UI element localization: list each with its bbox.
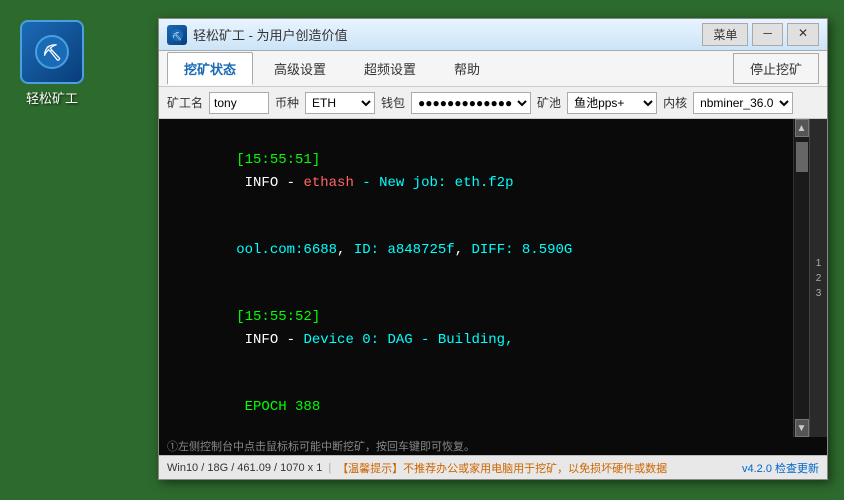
tab-advanced-settings[interactable]: 高级设置 — [257, 52, 343, 85]
scrollbar-down-button[interactable]: ▼ — [795, 419, 809, 437]
status-warning: 【温馨提示】不推荐办公或家用电脑用于挖矿，以免损坏硬件或数据 — [337, 460, 667, 476]
tab-help[interactable]: 帮助 — [437, 52, 497, 85]
hint-bar: ①左侧控制台中点击鼠标标可能中断挖矿，按回车键即可恢复。 — [159, 437, 827, 455]
system-info: Win10 / 18G / 461.09 / 1070 x 1 — [167, 462, 322, 474]
title-controls: 菜单 ─ ✕ — [702, 23, 819, 46]
stop-mining-button[interactable]: 停止挖矿 — [733, 53, 819, 84]
scrollbar-up-button[interactable]: ▲ — [795, 119, 809, 137]
log-line: [15:55:51] INFO - ethash - New job: eth.… — [169, 127, 783, 217]
coin-label: 币种 — [275, 94, 299, 111]
config-bar: 矿工名 币种 ETH 钱包 ●●●●●●●●●●●●●● 矿池 鱼池pps+ 内… — [159, 87, 827, 119]
log-line: [15:55:52] INFO - Device 0: DAG - Buildi… — [169, 284, 783, 374]
window-title: 轻松矿工 - 为用户创造价值 — [193, 25, 702, 44]
svg-text:⛏: ⛏ — [172, 32, 182, 41]
side-num-3: 3 — [816, 288, 822, 299]
hint-text: ①左侧控制台中点击鼠标标可能中断挖矿，按回车键即可恢复。 — [167, 438, 475, 454]
minimize-button[interactable]: ─ — [752, 23, 783, 46]
pool-label: 矿池 — [537, 94, 561, 111]
log-line: ool.com:6688, ID: a848725f, DIFF: 8.590G — [169, 217, 783, 284]
title-bar: ⛏ 轻松矿工 - 为用户创造价值 菜单 ─ ✕ — [159, 19, 827, 51]
wallet-label: 钱包 — [381, 94, 405, 111]
side-num-2: 2 — [816, 273, 822, 284]
status-bar: Win10 / 18G / 461.09 / 1070 x 1 | 【温馨提示】… — [159, 455, 827, 479]
tab-mining-status[interactable]: 挖矿状态 — [167, 52, 253, 85]
menu-bar: 挖矿状态 高级设置 超频设置 帮助 停止挖矿 — [159, 51, 827, 87]
log-timestamp: [15:55:51] — [236, 152, 320, 168]
scrollbar-thumb — [796, 142, 808, 172]
kernel-select[interactable]: nbminer_36.0 — [693, 92, 793, 114]
pool-select[interactable]: 鱼池pps+ — [567, 92, 657, 114]
svg-text:⛏: ⛏ — [42, 43, 62, 62]
version-check-button[interactable]: v4.2.0 检查更新 — [742, 460, 819, 476]
wallet-select[interactable]: ●●●●●●●●●●●●●● — [411, 92, 531, 114]
tab-overclock-settings[interactable]: 超频设置 — [347, 52, 433, 85]
log-line: EPOCH 388 — [169, 373, 783, 437]
close-button[interactable]: ✕ — [787, 23, 819, 46]
desktop-icon-label: 轻松矿工 — [26, 88, 78, 107]
app-window: ⛏ 轻松矿工 - 为用户创造价值 菜单 ─ ✕ 挖矿状态 高级设置 超频设置 帮… — [158, 18, 828, 480]
desktop-icon[interactable]: ⛏ 轻松矿工 — [20, 20, 84, 107]
miner-name-label: 矿工名 — [167, 94, 203, 111]
coin-select[interactable]: ETH — [305, 92, 375, 114]
log-area: [15:55:51] INFO - ethash - New job: eth.… — [159, 119, 827, 437]
miner-name-input[interactable] — [209, 92, 269, 114]
title-icon: ⛏ — [167, 25, 187, 45]
log-scrollbar: ▲ ▼ — [793, 119, 809, 437]
side-num-1: 1 — [816, 258, 822, 269]
scrollbar-track[interactable] — [796, 137, 808, 419]
log-timestamp: [15:55:52] — [236, 309, 320, 325]
kernel-label: 内核 — [663, 94, 687, 111]
side-panel: 1 2 3 — [809, 119, 827, 437]
menu-button[interactable]: 菜单 — [702, 23, 748, 46]
log-content[interactable]: [15:55:51] INFO - ethash - New job: eth.… — [159, 119, 793, 437]
app-icon: ⛏ — [20, 20, 84, 84]
